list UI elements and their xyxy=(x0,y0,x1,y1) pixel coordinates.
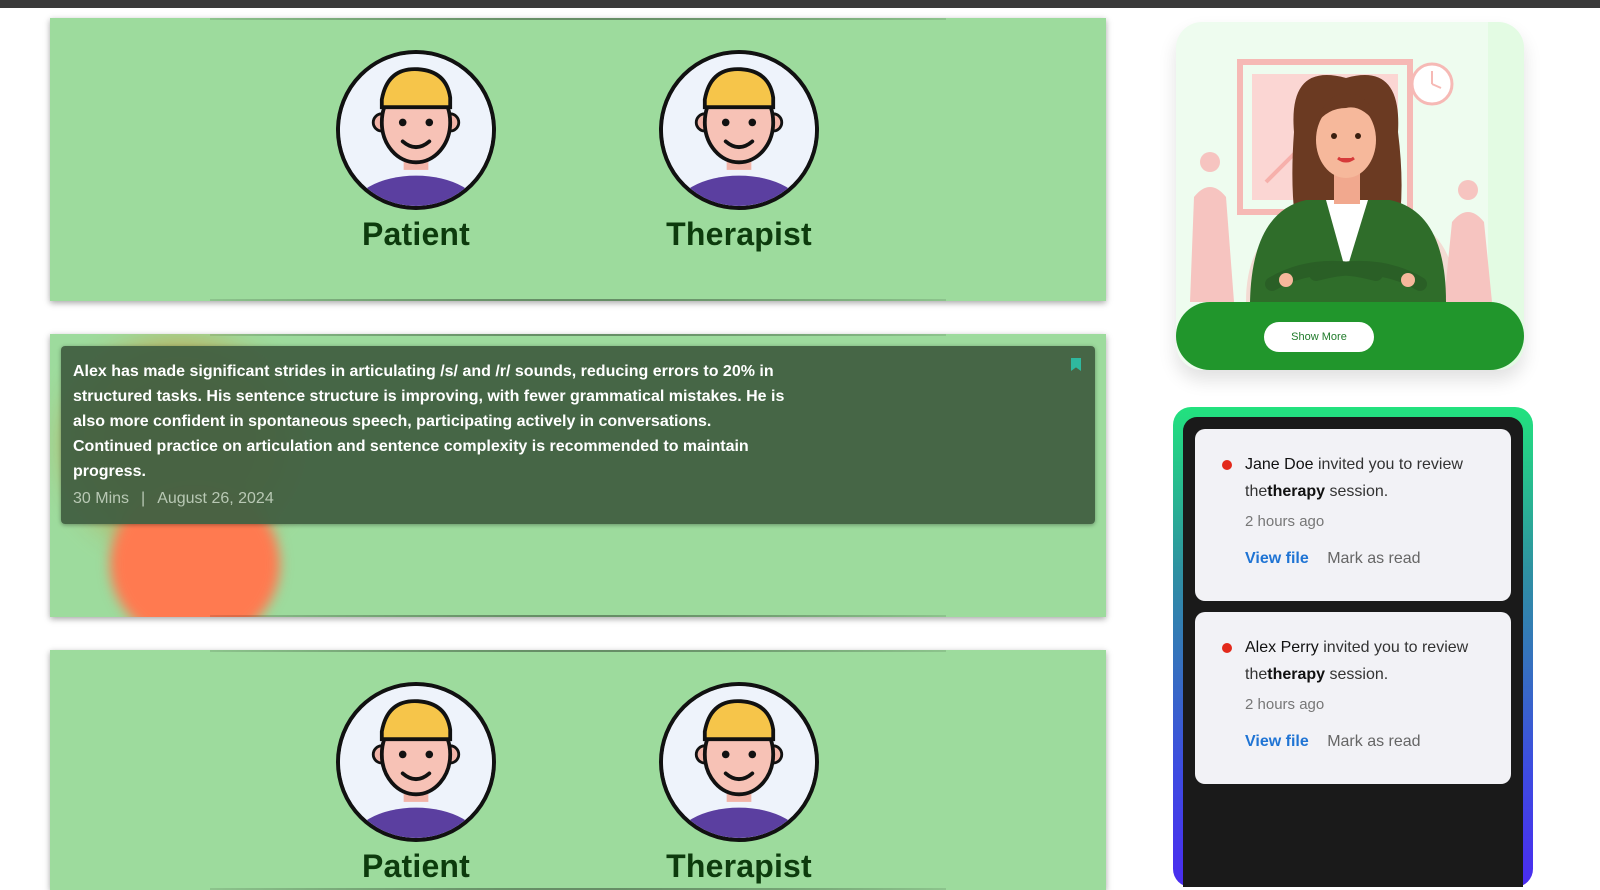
mark-as-read-link[interactable]: Mark as read xyxy=(1327,733,1420,750)
show-more-button[interactable]: Show More xyxy=(1264,322,1374,352)
top-bar xyxy=(0,0,1600,8)
therapist-avatar xyxy=(659,50,819,210)
view-file-link[interactable]: View file xyxy=(1245,550,1309,567)
notifications-list: Jane Doe invited you to review thetherap… xyxy=(1183,417,1523,887)
unread-dot-icon xyxy=(1222,460,1232,470)
therapist-profile[interactable]: Therapist xyxy=(639,50,839,253)
meta-separator: | xyxy=(141,490,146,507)
patient-label: Patient xyxy=(361,216,471,252)
session-meta: 30 Mins | August 26, 2024 xyxy=(73,490,1083,508)
unread-dot-icon xyxy=(1222,643,1232,653)
patient-label: Patient xyxy=(361,848,471,884)
session-duration: 30 Mins xyxy=(73,490,130,507)
notification-text-end: session. xyxy=(1329,666,1389,683)
therapist-avatar xyxy=(659,682,819,842)
notification-sender: Jane Doe xyxy=(1245,456,1314,473)
patient-avatar xyxy=(336,50,496,210)
session-participants-card[interactable]: Patient Therapist xyxy=(50,18,1106,301)
session-summary-text: Alex has made significant strides in art… xyxy=(73,363,785,480)
mark-as-read-link[interactable]: Mark as read xyxy=(1327,550,1420,567)
patient-avatar xyxy=(336,682,496,842)
notification-time: 2 hours ago xyxy=(1245,513,1325,530)
therapist-label: Therapist xyxy=(666,848,812,884)
notification-actions: View file Mark as read xyxy=(1245,550,1499,568)
notification-emphasis: therapy xyxy=(1267,666,1326,683)
notification-actions: View file Mark as read xyxy=(1245,733,1499,751)
therapist-profile[interactable]: Therapist xyxy=(639,682,839,885)
notification-message: Jane Doe invited you to review thetherap… xyxy=(1245,451,1499,505)
notification-text-end: session. xyxy=(1329,483,1389,500)
notification-time: 2 hours ago xyxy=(1245,696,1325,713)
notification-item[interactable]: Alex Perry invited you to review thether… xyxy=(1195,612,1511,784)
patient-profile[interactable]: Patient xyxy=(316,682,516,885)
bookmark-icon[interactable] xyxy=(1071,358,1081,371)
patient-profile[interactable]: Patient xyxy=(316,50,516,253)
session-summary-card[interactable]: Alex has made significant strides in art… xyxy=(50,334,1106,617)
notification-sender: Alex Perry xyxy=(1245,639,1319,656)
session-participants-card[interactable]: Patient Therapist xyxy=(50,650,1106,890)
therapist-label: Therapist xyxy=(666,216,812,252)
session-date: August 26, 2024 xyxy=(157,490,274,507)
notification-message: Alex Perry invited you to review thether… xyxy=(1245,634,1499,688)
therapist-promo-card: Show More xyxy=(1176,22,1524,370)
notifications-panel: Jane Doe invited you to review thetherap… xyxy=(1173,407,1533,887)
notification-item[interactable]: Jane Doe invited you to review thetherap… xyxy=(1195,429,1511,601)
promo-footer: Show More xyxy=(1176,302,1524,370)
session-note[interactable]: Alex has made significant strides in art… xyxy=(61,346,1095,524)
view-file-link[interactable]: View file xyxy=(1245,733,1309,750)
notification-emphasis: therapy xyxy=(1267,483,1326,500)
